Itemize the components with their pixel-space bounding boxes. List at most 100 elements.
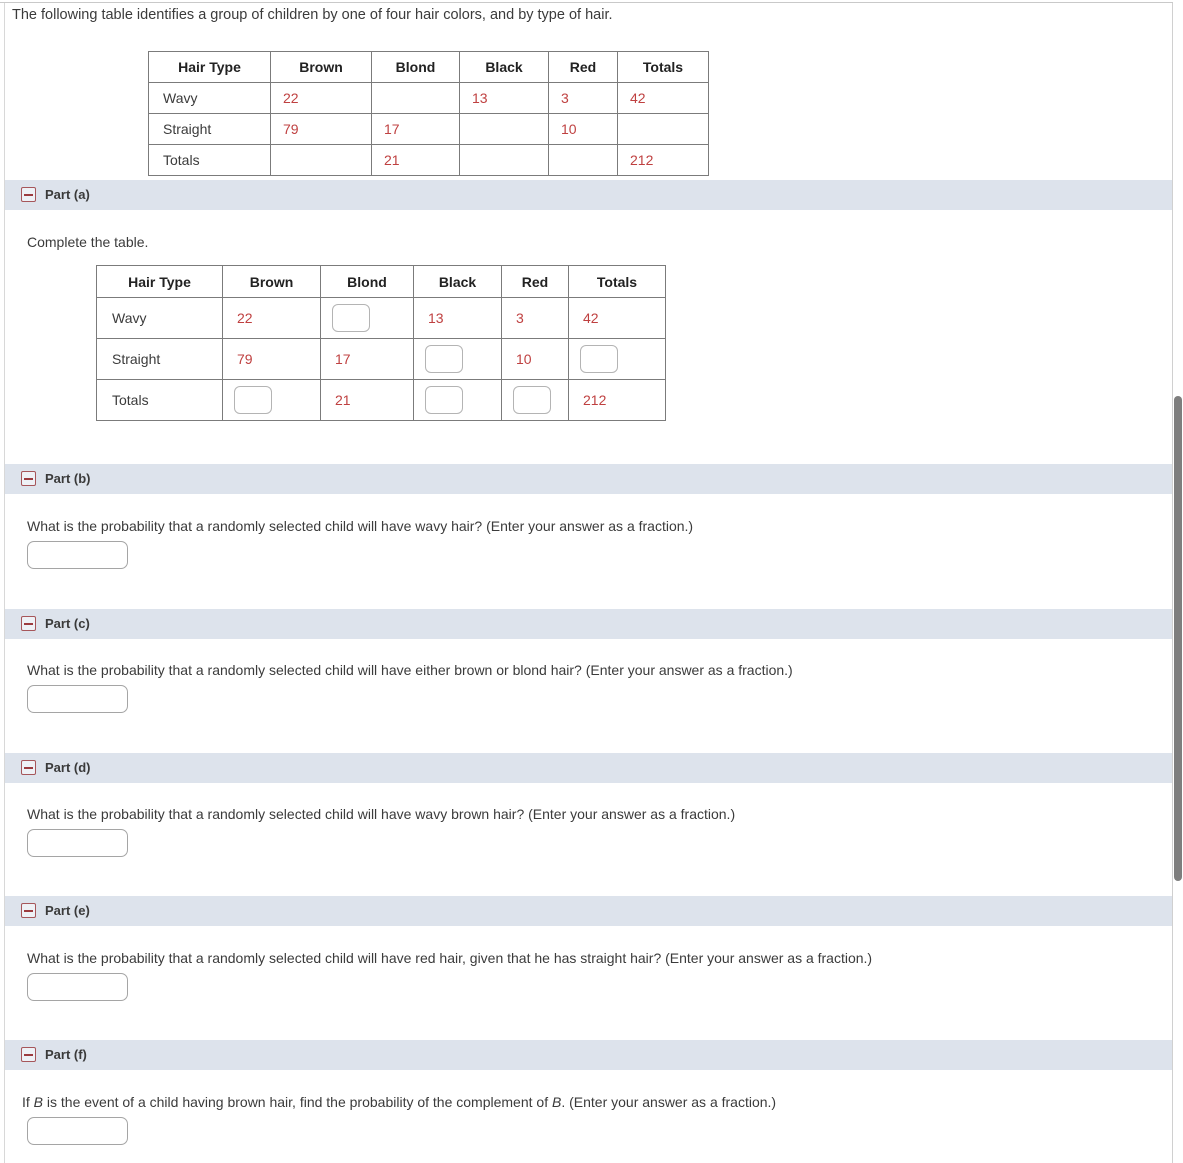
part-f-label: Part (f) bbox=[45, 1047, 87, 1062]
answer-table[interactable]: Hair Type Brown Blond Black Red Totals W… bbox=[96, 265, 666, 421]
vertical-scrollbar-track[interactable] bbox=[1173, 0, 1183, 1163]
input-straight-black[interactable] bbox=[425, 345, 463, 373]
cell-wavy-blond bbox=[371, 82, 460, 114]
cell-straight-blond: 17 bbox=[320, 338, 414, 380]
part-f-header[interactable]: Part (f) bbox=[5, 1040, 1172, 1070]
cell-totals-black[interactable] bbox=[413, 379, 502, 421]
cell-straight-totals bbox=[617, 113, 709, 145]
cell-wavy-black: 13 bbox=[459, 82, 549, 114]
part-c-label: Part (c) bbox=[45, 616, 90, 631]
table-row: Straight 79 17 10 bbox=[96, 338, 666, 380]
cell-totals-red[interactable] bbox=[501, 379, 569, 421]
part-b-header[interactable]: Part (b) bbox=[5, 464, 1172, 494]
part-d-prompt: What is the probability that a randomly … bbox=[27, 806, 736, 822]
row-label-wavy: Wavy bbox=[148, 82, 271, 114]
cell-totals-brown bbox=[270, 144, 372, 176]
minus-square-icon[interactable] bbox=[21, 471, 36, 486]
column-header-black: Black bbox=[413, 265, 502, 298]
part-f-prompt-mid: is the event of a child having brown hai… bbox=[43, 1094, 552, 1110]
cell-straight-black[interactable] bbox=[413, 338, 502, 380]
column-header-red: Red bbox=[501, 265, 569, 298]
cell-wavy-totals: 42 bbox=[617, 82, 709, 114]
input-straight-totals[interactable] bbox=[580, 345, 618, 373]
cell-straight-red: 10 bbox=[501, 338, 569, 380]
table-header-row: Hair Type Brown Blond Black Red Totals bbox=[96, 265, 666, 298]
part-e-prompt: What is the probability that a randomly … bbox=[27, 950, 873, 966]
part-f-prompt: If B is the event of a child having brow… bbox=[22, 1094, 776, 1110]
minus-square-icon[interactable] bbox=[21, 903, 36, 918]
column-header-totals: Totals bbox=[568, 265, 666, 298]
cell-totals-black bbox=[459, 144, 549, 176]
column-header-hair-type: Hair Type bbox=[96, 265, 223, 298]
row-label-straight: Straight bbox=[96, 338, 223, 380]
part-b-label: Part (b) bbox=[45, 471, 91, 486]
table-row: Totals 21 212 bbox=[96, 379, 666, 421]
cell-straight-red: 10 bbox=[548, 113, 618, 145]
part-c-header[interactable]: Part (c) bbox=[5, 609, 1172, 639]
part-c-prompt: What is the probability that a randomly … bbox=[27, 662, 793, 678]
page-root: The following table identifies a group o… bbox=[0, 0, 1183, 1163]
column-header-red: Red bbox=[548, 51, 618, 83]
part-e-label: Part (e) bbox=[45, 903, 90, 918]
table-header-row: Hair Type Brown Blond Black Red Totals bbox=[148, 51, 709, 83]
part-c-answer-input[interactable] bbox=[27, 685, 128, 713]
part-f-prompt-post: . (Enter your answer as a fraction.) bbox=[561, 1094, 777, 1110]
column-header-blond: Blond bbox=[320, 265, 414, 298]
part-f-answer-input[interactable] bbox=[27, 1117, 128, 1145]
cell-wavy-brown: 22 bbox=[222, 297, 321, 339]
cell-straight-blond: 17 bbox=[371, 113, 460, 145]
part-d-header[interactable]: Part (d) bbox=[5, 753, 1172, 783]
cell-straight-brown: 79 bbox=[270, 113, 372, 145]
table-row: Wavy 22 13 3 42 bbox=[96, 297, 666, 339]
part-b-answer-input[interactable] bbox=[27, 541, 128, 569]
column-header-blond: Blond bbox=[371, 51, 460, 83]
vertical-scrollbar-thumb[interactable] bbox=[1174, 396, 1182, 881]
column-header-brown: Brown bbox=[222, 265, 321, 298]
minus-square-icon[interactable] bbox=[21, 187, 36, 202]
cell-totals-brown[interactable] bbox=[222, 379, 321, 421]
row-label-totals: Totals bbox=[96, 379, 223, 421]
column-header-hair-type: Hair Type bbox=[148, 51, 271, 83]
top-divider bbox=[0, 2, 1177, 3]
row-label-totals: Totals bbox=[148, 144, 271, 176]
cell-straight-black bbox=[459, 113, 549, 145]
cell-straight-brown: 79 bbox=[222, 338, 321, 380]
part-d-answer-input[interactable] bbox=[27, 829, 128, 857]
cell-wavy-black: 13 bbox=[413, 297, 502, 339]
input-wavy-blond[interactable] bbox=[332, 304, 370, 332]
column-header-brown: Brown bbox=[270, 51, 372, 83]
cell-totals-totals: 212 bbox=[617, 144, 709, 176]
left-border bbox=[4, 3, 5, 1163]
row-label-wavy: Wavy bbox=[96, 297, 223, 339]
minus-square-icon[interactable] bbox=[21, 1047, 36, 1062]
part-d-label: Part (d) bbox=[45, 760, 91, 775]
intro-text: The following table identifies a group o… bbox=[12, 7, 613, 23]
part-f-event-var-2: B bbox=[551, 1094, 562, 1110]
table-row: Straight 79 17 10 bbox=[148, 113, 709, 145]
input-totals-brown[interactable] bbox=[234, 386, 272, 414]
input-totals-red[interactable] bbox=[513, 386, 551, 414]
cell-wavy-blond[interactable] bbox=[320, 297, 414, 339]
part-f-event-var-1: B bbox=[33, 1094, 44, 1110]
input-totals-black[interactable] bbox=[425, 386, 463, 414]
table-row: Wavy 22 13 3 42 bbox=[148, 82, 709, 114]
row-label-straight: Straight bbox=[148, 113, 271, 145]
cell-totals-blond: 21 bbox=[371, 144, 460, 176]
cell-wavy-red: 3 bbox=[548, 82, 618, 114]
cell-totals-totals: 212 bbox=[568, 379, 666, 421]
table-row: Totals 21 212 bbox=[148, 144, 709, 176]
reference-table: Hair Type Brown Blond Black Red Totals W… bbox=[148, 51, 709, 176]
column-header-totals: Totals bbox=[617, 51, 709, 83]
column-header-black: Black bbox=[459, 51, 549, 83]
minus-square-icon[interactable] bbox=[21, 616, 36, 631]
cell-straight-totals[interactable] bbox=[568, 338, 666, 380]
cell-wavy-red: 3 bbox=[501, 297, 569, 339]
part-e-header[interactable]: Part (e) bbox=[5, 896, 1172, 926]
part-a-label: Part (a) bbox=[45, 187, 90, 202]
part-b-prompt: What is the probability that a randomly … bbox=[27, 518, 694, 534]
cell-wavy-brown: 22 bbox=[270, 82, 372, 114]
cell-totals-red bbox=[548, 144, 618, 176]
minus-square-icon[interactable] bbox=[21, 760, 36, 775]
part-a-header[interactable]: Part (a) bbox=[5, 180, 1172, 210]
part-e-answer-input[interactable] bbox=[27, 973, 128, 1001]
